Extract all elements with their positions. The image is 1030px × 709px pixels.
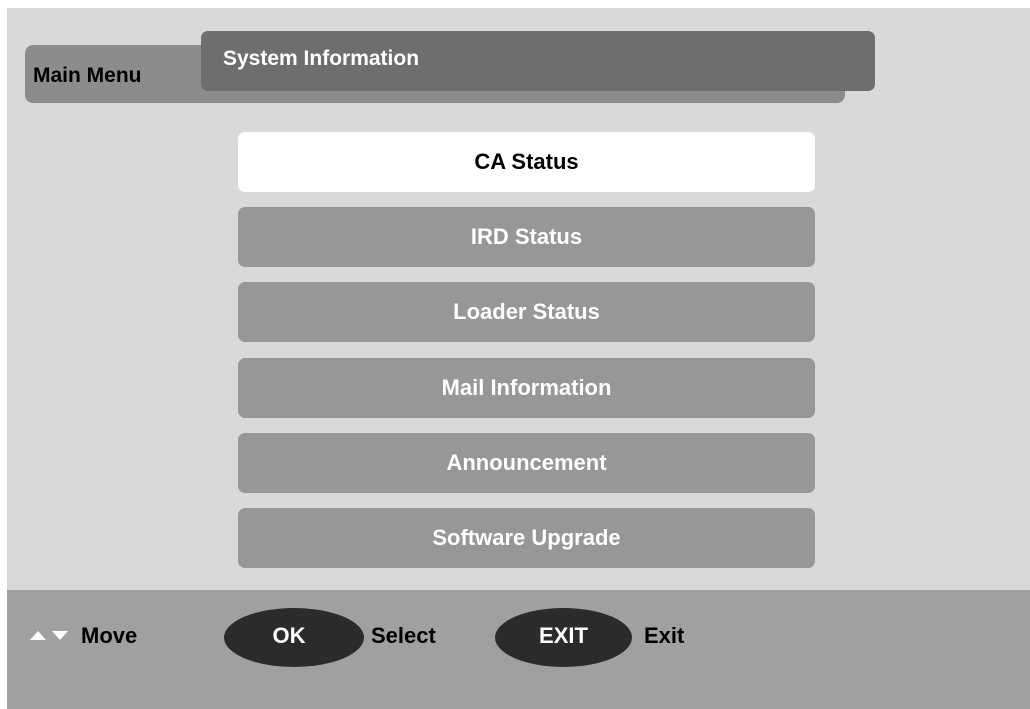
menu-item-loader-status[interactable]: Loader Status: [238, 282, 815, 342]
exit-key-button[interactable]: EXIT: [495, 608, 632, 667]
ok-key-label: OK: [272, 622, 306, 648]
page-title: System Information: [223, 47, 420, 70]
menu-item-ca-status[interactable]: CA Status: [238, 132, 815, 192]
menu-item-label: Announcement: [446, 450, 607, 475]
system-information-tab: System Information: [201, 31, 875, 91]
ok-key-button[interactable]: OK: [224, 608, 364, 667]
menu-item-software-upgrade[interactable]: Software Upgrade: [238, 508, 815, 568]
menu-item-mail-information[interactable]: Mail Information: [238, 358, 815, 418]
main-menu-tab-label: Main Menu: [33, 64, 142, 87]
menu-item-label: CA Status: [474, 149, 579, 174]
menu-item-ird-status[interactable]: IRD Status: [238, 207, 815, 267]
select-hint-label: Select: [371, 623, 436, 648]
move-arrows: [30, 631, 68, 640]
tv-menu-screen: Main Menu System Information CA Status I…: [7, 8, 1030, 709]
down-arrow-icon: [52, 631, 68, 640]
up-arrow-icon: [30, 631, 46, 640]
menu-item-announcement[interactable]: Announcement: [238, 433, 815, 493]
move-hint-label: Move: [81, 623, 138, 648]
key-hint-bar: Move OK Select EXIT Exit: [7, 590, 1030, 709]
menu-item-label: IRD Status: [470, 224, 583, 249]
exit-hint-label: Exit: [644, 623, 685, 648]
exit-key-label: EXIT: [539, 622, 588, 648]
menu-item-label: Loader Status: [453, 299, 600, 324]
menu-item-label: Mail Information: [441, 375, 612, 400]
menu-item-label: Software Upgrade: [432, 525, 621, 550]
